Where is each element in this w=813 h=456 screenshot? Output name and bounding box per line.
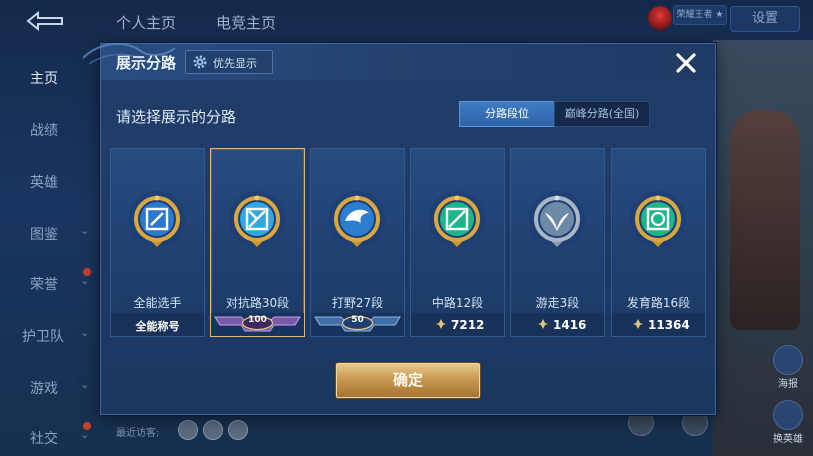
display-lane-dialog: 展示分路 优先显示 请选择展示的分路 分路段位 巅峰分路(全国) 全能选手 全能… bbox=[82, 42, 716, 415]
avatar[interactable] bbox=[203, 420, 223, 440]
lane-card-jungle[interactable]: 打野27段 50 bbox=[310, 148, 405, 337]
jungle-emblem-icon bbox=[329, 191, 385, 247]
sidebar-item-label: 战绩 bbox=[30, 123, 58, 139]
change-hero-icon bbox=[773, 400, 803, 430]
recent-visitors-label: 最近访客: bbox=[116, 428, 160, 439]
lane-card-farm[interactable]: 发育路16段 11364 bbox=[611, 148, 706, 337]
sidebar-item-social[interactable]: 社交 ⌄ bbox=[0, 420, 100, 456]
dialog-header: 展示分路 优先显示 bbox=[82, 42, 715, 80]
priority-display-label: 优先显示 bbox=[213, 57, 257, 70]
peak-points-icon bbox=[633, 319, 643, 329]
sidebar-item-label: 社交 bbox=[30, 431, 58, 447]
chevron-down-icon: ⌄ bbox=[80, 428, 90, 441]
lane-card-mid[interactable]: 中路12段 7212 bbox=[410, 148, 505, 337]
lane-card-allround[interactable]: 全能选手 全能称号 bbox=[110, 148, 205, 337]
avatar[interactable] bbox=[228, 420, 248, 440]
chevron-down-icon: ⌄ bbox=[80, 274, 90, 287]
back-arrow-icon[interactable] bbox=[22, 10, 68, 32]
poster-button[interactable]: 海报 bbox=[768, 345, 808, 390]
sidebar-item-honor[interactable]: 荣誉 ⌄ bbox=[0, 266, 100, 302]
chevron-down-icon: ⌄ bbox=[80, 378, 90, 391]
lane-card-footer: 7212 bbox=[411, 313, 504, 336]
sidebar-item-label: 游戏 bbox=[30, 381, 58, 397]
lane-card-clash[interactable]: 对抗路30段 100 bbox=[210, 148, 305, 337]
lane-role-label: 全能选手 bbox=[133, 296, 182, 310]
avatar[interactable] bbox=[178, 420, 198, 440]
gear-icon bbox=[193, 55, 207, 69]
dialog-subtitle: 请选择展示的分路 bbox=[116, 108, 237, 126]
points-value: 7212 bbox=[451, 318, 485, 332]
sidebar-item-label: 主页 bbox=[30, 71, 58, 87]
sidebar-item-record[interactable]: 战绩 bbox=[0, 112, 100, 148]
peak-points-icon bbox=[436, 319, 446, 329]
peak-points-icon bbox=[538, 319, 548, 329]
change-hero-label: 换英雄 bbox=[773, 434, 803, 445]
poster-icon bbox=[773, 345, 803, 375]
confirm-button[interactable]: 确定 bbox=[336, 363, 480, 398]
hero-figure-image bbox=[730, 110, 800, 330]
chevron-down-icon: ⌄ bbox=[80, 326, 90, 339]
background-top-bar: 个人主页 电竞主页 荣耀王者 ★ 设置 bbox=[0, 0, 813, 40]
lane-role-label: 中路12段 bbox=[431, 296, 484, 310]
allround-emblem-icon bbox=[129, 191, 185, 247]
tab-esports-home[interactable]: 电竞主页 bbox=[216, 12, 276, 33]
sidebar-item-label: 护卫队 bbox=[22, 329, 64, 345]
sidebar: 主页 战绩 英雄 图鉴 ⌄ 荣誉 ⌄ 护卫队 ⌄ 游戏 ⌄ 社交 ⌄ bbox=[0, 40, 100, 456]
rank-badge-number: 50 bbox=[351, 315, 364, 325]
sidebar-item-label: 图鉴 bbox=[30, 227, 58, 243]
roam-emblem-icon bbox=[529, 191, 585, 247]
farm-lane-emblem-icon bbox=[630, 191, 686, 247]
sidebar-item-games[interactable]: 游戏 ⌄ bbox=[0, 370, 100, 406]
rank-avatar-icon bbox=[648, 6, 672, 30]
poster-label: 海报 bbox=[778, 379, 798, 390]
settings-button[interactable]: 设置 bbox=[730, 6, 800, 32]
lane-card-roam[interactable]: 游走3段 1416 bbox=[510, 148, 605, 337]
sidebar-item-label: 英雄 bbox=[30, 175, 58, 191]
tab-peak-lane-national[interactable]: 巅峰分路(全国) bbox=[554, 101, 650, 127]
rank-badge-number: 100 bbox=[248, 315, 267, 325]
tab-lane-rank[interactable]: 分路段位 bbox=[459, 101, 555, 127]
lane-role-label: 打野27段 bbox=[331, 296, 384, 310]
lane-role-label: 游走3段 bbox=[535, 296, 580, 310]
mid-lane-emblem-icon bbox=[429, 191, 485, 247]
points-value: 1416 bbox=[553, 318, 587, 332]
rank-chip: 荣耀王者 ★ bbox=[673, 5, 727, 25]
lane-role-label: 发育路16段 bbox=[626, 296, 691, 310]
change-hero-button[interactable]: 换英雄 bbox=[765, 400, 811, 445]
tab-personal-home[interactable]: 个人主页 bbox=[116, 12, 176, 33]
chevron-down-icon: ⌄ bbox=[80, 224, 90, 237]
lane-card-footer: 11364 bbox=[612, 313, 705, 336]
sidebar-item-codex[interactable]: 图鉴 ⌄ bbox=[0, 216, 100, 252]
lane-card-footer: 全能称号 bbox=[111, 313, 204, 336]
sidebar-item-guard-team[interactable]: 护卫队 ⌄ bbox=[0, 318, 100, 354]
points-value: 11364 bbox=[648, 318, 690, 332]
lane-role-label: 对抗路30段 bbox=[225, 296, 290, 310]
dialog-title: 展示分路 bbox=[116, 54, 177, 72]
close-icon[interactable] bbox=[673, 50, 699, 76]
priority-display-button[interactable]: 优先显示 bbox=[185, 50, 273, 74]
sidebar-item-label: 荣誉 bbox=[30, 277, 58, 293]
lane-card-footer: 1416 bbox=[511, 313, 604, 336]
allround-title-label: 全能称号 bbox=[135, 320, 180, 333]
sidebar-item-heroes[interactable]: 英雄 bbox=[0, 164, 100, 200]
clash-lane-emblem-icon bbox=[229, 191, 285, 247]
